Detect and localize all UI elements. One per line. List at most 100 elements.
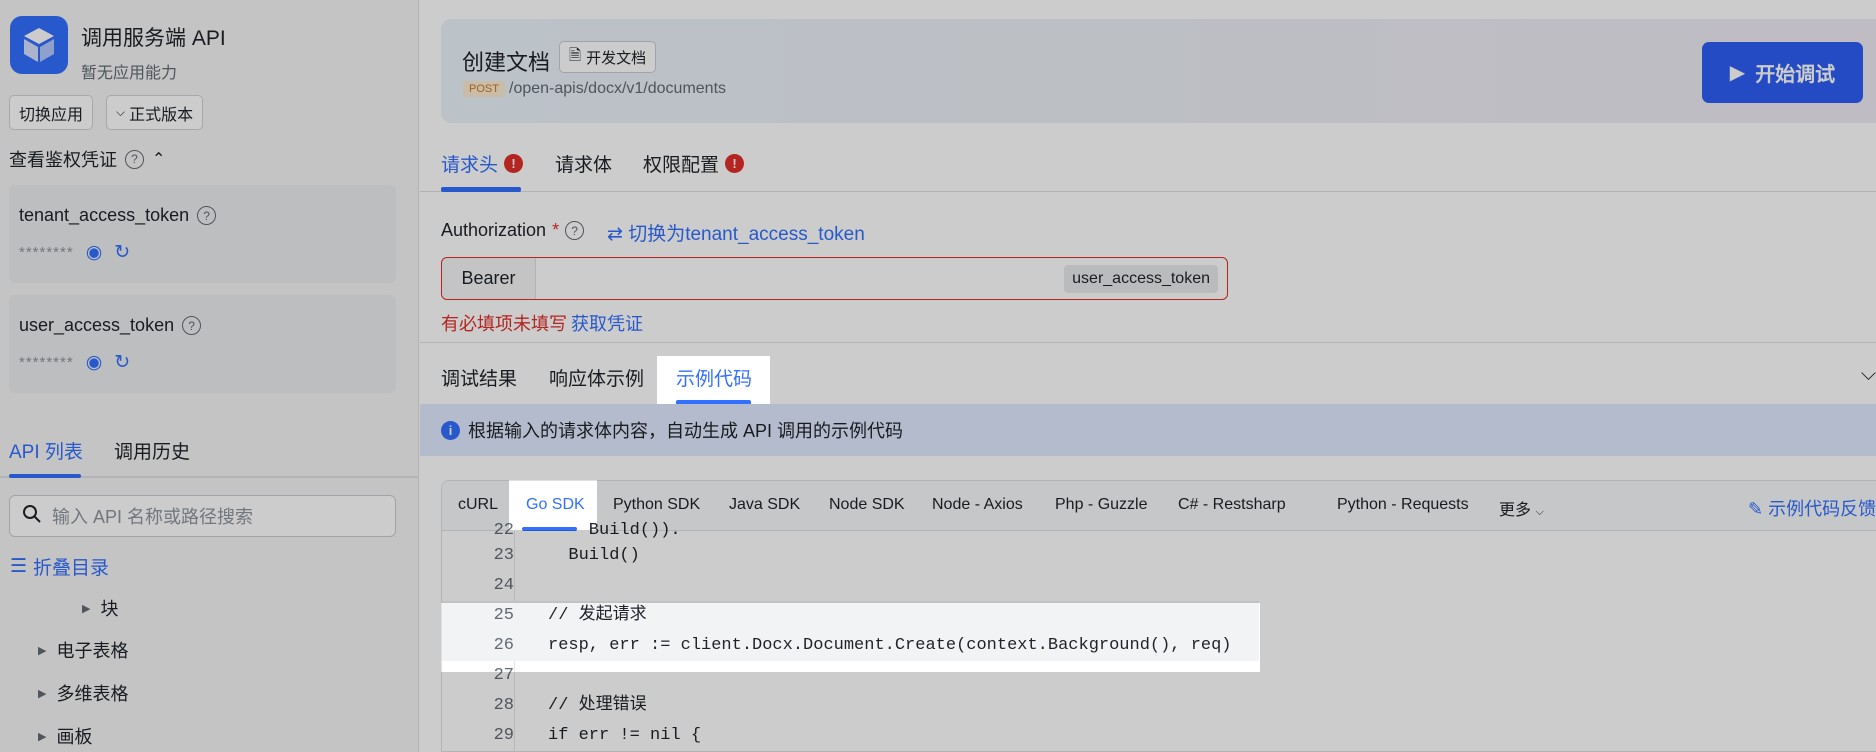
- auth-label-text: Authorization: [441, 220, 547, 240]
- collapse-tree-button[interactable]: ☰ 折叠目录: [10, 553, 109, 580]
- code-line: 23 Build(): [442, 541, 1842, 571]
- validation-error: 有必填项未填写 获取凭证: [441, 310, 643, 336]
- chevron-down-icon[interactable]: ⌵: [1861, 363, 1876, 386]
- start-debug-label: 开始调试: [1755, 64, 1836, 86]
- tab-go-sdk[interactable]: Go SDK: [526, 496, 585, 514]
- tab-response-example[interactable]: 响应体示例: [549, 364, 644, 391]
- refresh-icon[interactable]: ↻: [114, 243, 130, 262]
- start-debug-button[interactable]: ▶ 开始调试: [1702, 42, 1863, 103]
- caret-right-icon: ▶: [82, 602, 91, 615]
- line-number: 23: [493, 546, 514, 565]
- code-line-highlighted: 26 resp, err := client.Docx.Document.Cre…: [442, 631, 1259, 661]
- fold-chevron-icon[interactable]: ⌵: [492, 744, 502, 751]
- tab-label: 权限配置: [643, 155, 720, 176]
- token-masked-value: ********: [19, 354, 74, 371]
- sidebar: 调用服务端 API 暂无应用能力 切换应用 ⌵ 正式版本 查看鉴权凭证 ? ⌃ …: [0, 0, 419, 752]
- tab-php-guzzle[interactable]: Php - Guzzle: [1055, 496, 1147, 514]
- swap-icon: ⇄: [607, 224, 623, 245]
- app-title: 调用服务端 API: [81, 27, 226, 50]
- eye-icon[interactable]: ◉: [86, 243, 103, 262]
- endpoint-path: /open-apis/docx/v1/documents: [509, 80, 727, 97]
- tab-csharp-restsharp[interactable]: C# - Restsharp: [1178, 496, 1286, 514]
- help-icon[interactable]: ?: [565, 221, 585, 240]
- tab-permissions[interactable]: 权限配置 !: [643, 150, 745, 177]
- api-header-card: [441, 19, 1876, 123]
- code-panel: cURL Go SDK Python SDK Java SDK Node SDK…: [441, 480, 1876, 752]
- refresh-icon[interactable]: ↻: [114, 353, 130, 372]
- code-text: resp, err := client.Docx.Document.Create…: [548, 636, 1232, 655]
- tab-sample-code[interactable]: 示例代码: [676, 364, 752, 391]
- dev-doc-button[interactable]: 🗎 开发文档: [559, 41, 657, 73]
- tab-node-axios[interactable]: Node - Axios: [932, 496, 1023, 514]
- caret-right-icon: ▶: [38, 687, 47, 700]
- code-line: 29 if err != nil {: [442, 721, 1842, 751]
- line-number: 25: [493, 606, 514, 625]
- code-line: 28 // 处理错误: [442, 691, 1842, 721]
- tree-item-bitable[interactable]: ▶ 多维表格: [38, 680, 128, 706]
- code-editor[interactable]: 22 Build()). 23 Build() 24 25 // 发起请求 26…: [442, 521, 1876, 751]
- help-icon[interactable]: ?: [197, 206, 217, 225]
- collapse-label: 折叠目录: [33, 558, 110, 579]
- tree-item-label: 电子表格: [56, 641, 129, 661]
- switch-token-link[interactable]: ⇄ 切换为tenant_access_token: [607, 219, 865, 246]
- tree-item-label: 画板: [56, 727, 93, 747]
- line-number: 29: [493, 726, 514, 745]
- tree-item-label: 块: [100, 599, 119, 619]
- token-name: tenant_access_token: [19, 205, 190, 225]
- tree-item-sheet[interactable]: ▶ 电子表格: [38, 637, 128, 663]
- tab-java-sdk[interactable]: Java SDK: [729, 496, 800, 514]
- eye-icon[interactable]: ◉: [86, 353, 103, 372]
- code-line-highlighted: 25 // 发起请求: [442, 601, 1259, 631]
- switch-app-label: 切换应用: [19, 106, 84, 124]
- authorization-label: Authorization * ?: [441, 220, 585, 241]
- code-text: if err != nil {: [548, 726, 702, 745]
- get-credential-link[interactable]: 获取凭证: [571, 314, 643, 334]
- tab-request-header[interactable]: 请求头 !: [441, 150, 524, 177]
- main-panel: 创建文档 🗎 开发文档 POST /open-apis/docx/v1/docu…: [420, 0, 1876, 752]
- switch-token-label: 切换为tenant_access_token: [628, 224, 865, 245]
- tab-debug-result[interactable]: 调试结果: [441, 364, 517, 391]
- tree-item-label: 多维表格: [56, 684, 129, 704]
- info-text: 根据输入的请求体内容，自动生成 API 调用的示例代码: [468, 421, 904, 441]
- required-asterisk: *: [552, 220, 560, 240]
- tree-item-block[interactable]: ▶ 块: [82, 595, 118, 621]
- token-name: user_access_token: [19, 315, 175, 335]
- list-icon: ☰: [10, 556, 28, 577]
- tab-request-body[interactable]: 请求体: [555, 150, 612, 177]
- http-method-badge: POST: [463, 81, 505, 97]
- version-dropdown[interactable]: ⌵ 正式版本: [106, 95, 204, 130]
- credentials-header[interactable]: 查看鉴权凭证 ? ⌃: [9, 146, 165, 172]
- tab-call-history[interactable]: 调用历史: [114, 437, 190, 464]
- tab-python-requests[interactable]: Python - Requests: [1337, 496, 1469, 514]
- sidebar-tabs: API 列表 调用历史: [0, 433, 418, 478]
- tab-python-sdk[interactable]: Python SDK: [613, 496, 700, 514]
- tab-node-sdk[interactable]: Node SDK: [829, 496, 905, 514]
- help-icon[interactable]: ?: [182, 316, 202, 335]
- token-masked-value: ********: [19, 244, 74, 261]
- api-search-input[interactable]: 输入 API 名称或路径搜索: [9, 495, 396, 537]
- code-line: 27: [442, 661, 1842, 691]
- dev-doc-label: 开发文档: [586, 49, 647, 67]
- line-number: 26: [493, 636, 514, 655]
- active-tab-indicator: [441, 187, 521, 192]
- tab-label: 请求头: [441, 155, 499, 176]
- play-icon: ▶: [1729, 62, 1746, 84]
- line-number: 28: [493, 696, 514, 715]
- version-label: 正式版本: [129, 106, 194, 124]
- error-icon: !: [504, 154, 524, 173]
- line-number: 27: [493, 666, 514, 685]
- error-message: 有必填项未填写: [441, 314, 567, 334]
- info-banner: i 根据输入的请求体内容，自动生成 API 调用的示例代码: [420, 404, 1876, 456]
- authorization-input[interactable]: Bearer user_access_token: [441, 257, 1228, 300]
- code-text: Build(): [548, 546, 640, 565]
- token-type-chip[interactable]: user_access_token: [1064, 265, 1218, 293]
- tab-label: 请求体: [555, 155, 613, 176]
- tab-curl[interactable]: cURL: [458, 496, 498, 514]
- tab-api-list[interactable]: API 列表: [9, 437, 83, 464]
- chevron-up-icon[interactable]: ⌃: [152, 149, 165, 169]
- caret-right-icon: ▶: [38, 644, 47, 657]
- help-icon[interactable]: ?: [125, 149, 144, 169]
- tree-item-board[interactable]: ▶ 画板: [38, 723, 92, 749]
- response-tabs: 调试结果 响应体示例 示例代码 ⌵: [420, 342, 1876, 405]
- switch-app-button[interactable]: 切换应用: [9, 95, 94, 130]
